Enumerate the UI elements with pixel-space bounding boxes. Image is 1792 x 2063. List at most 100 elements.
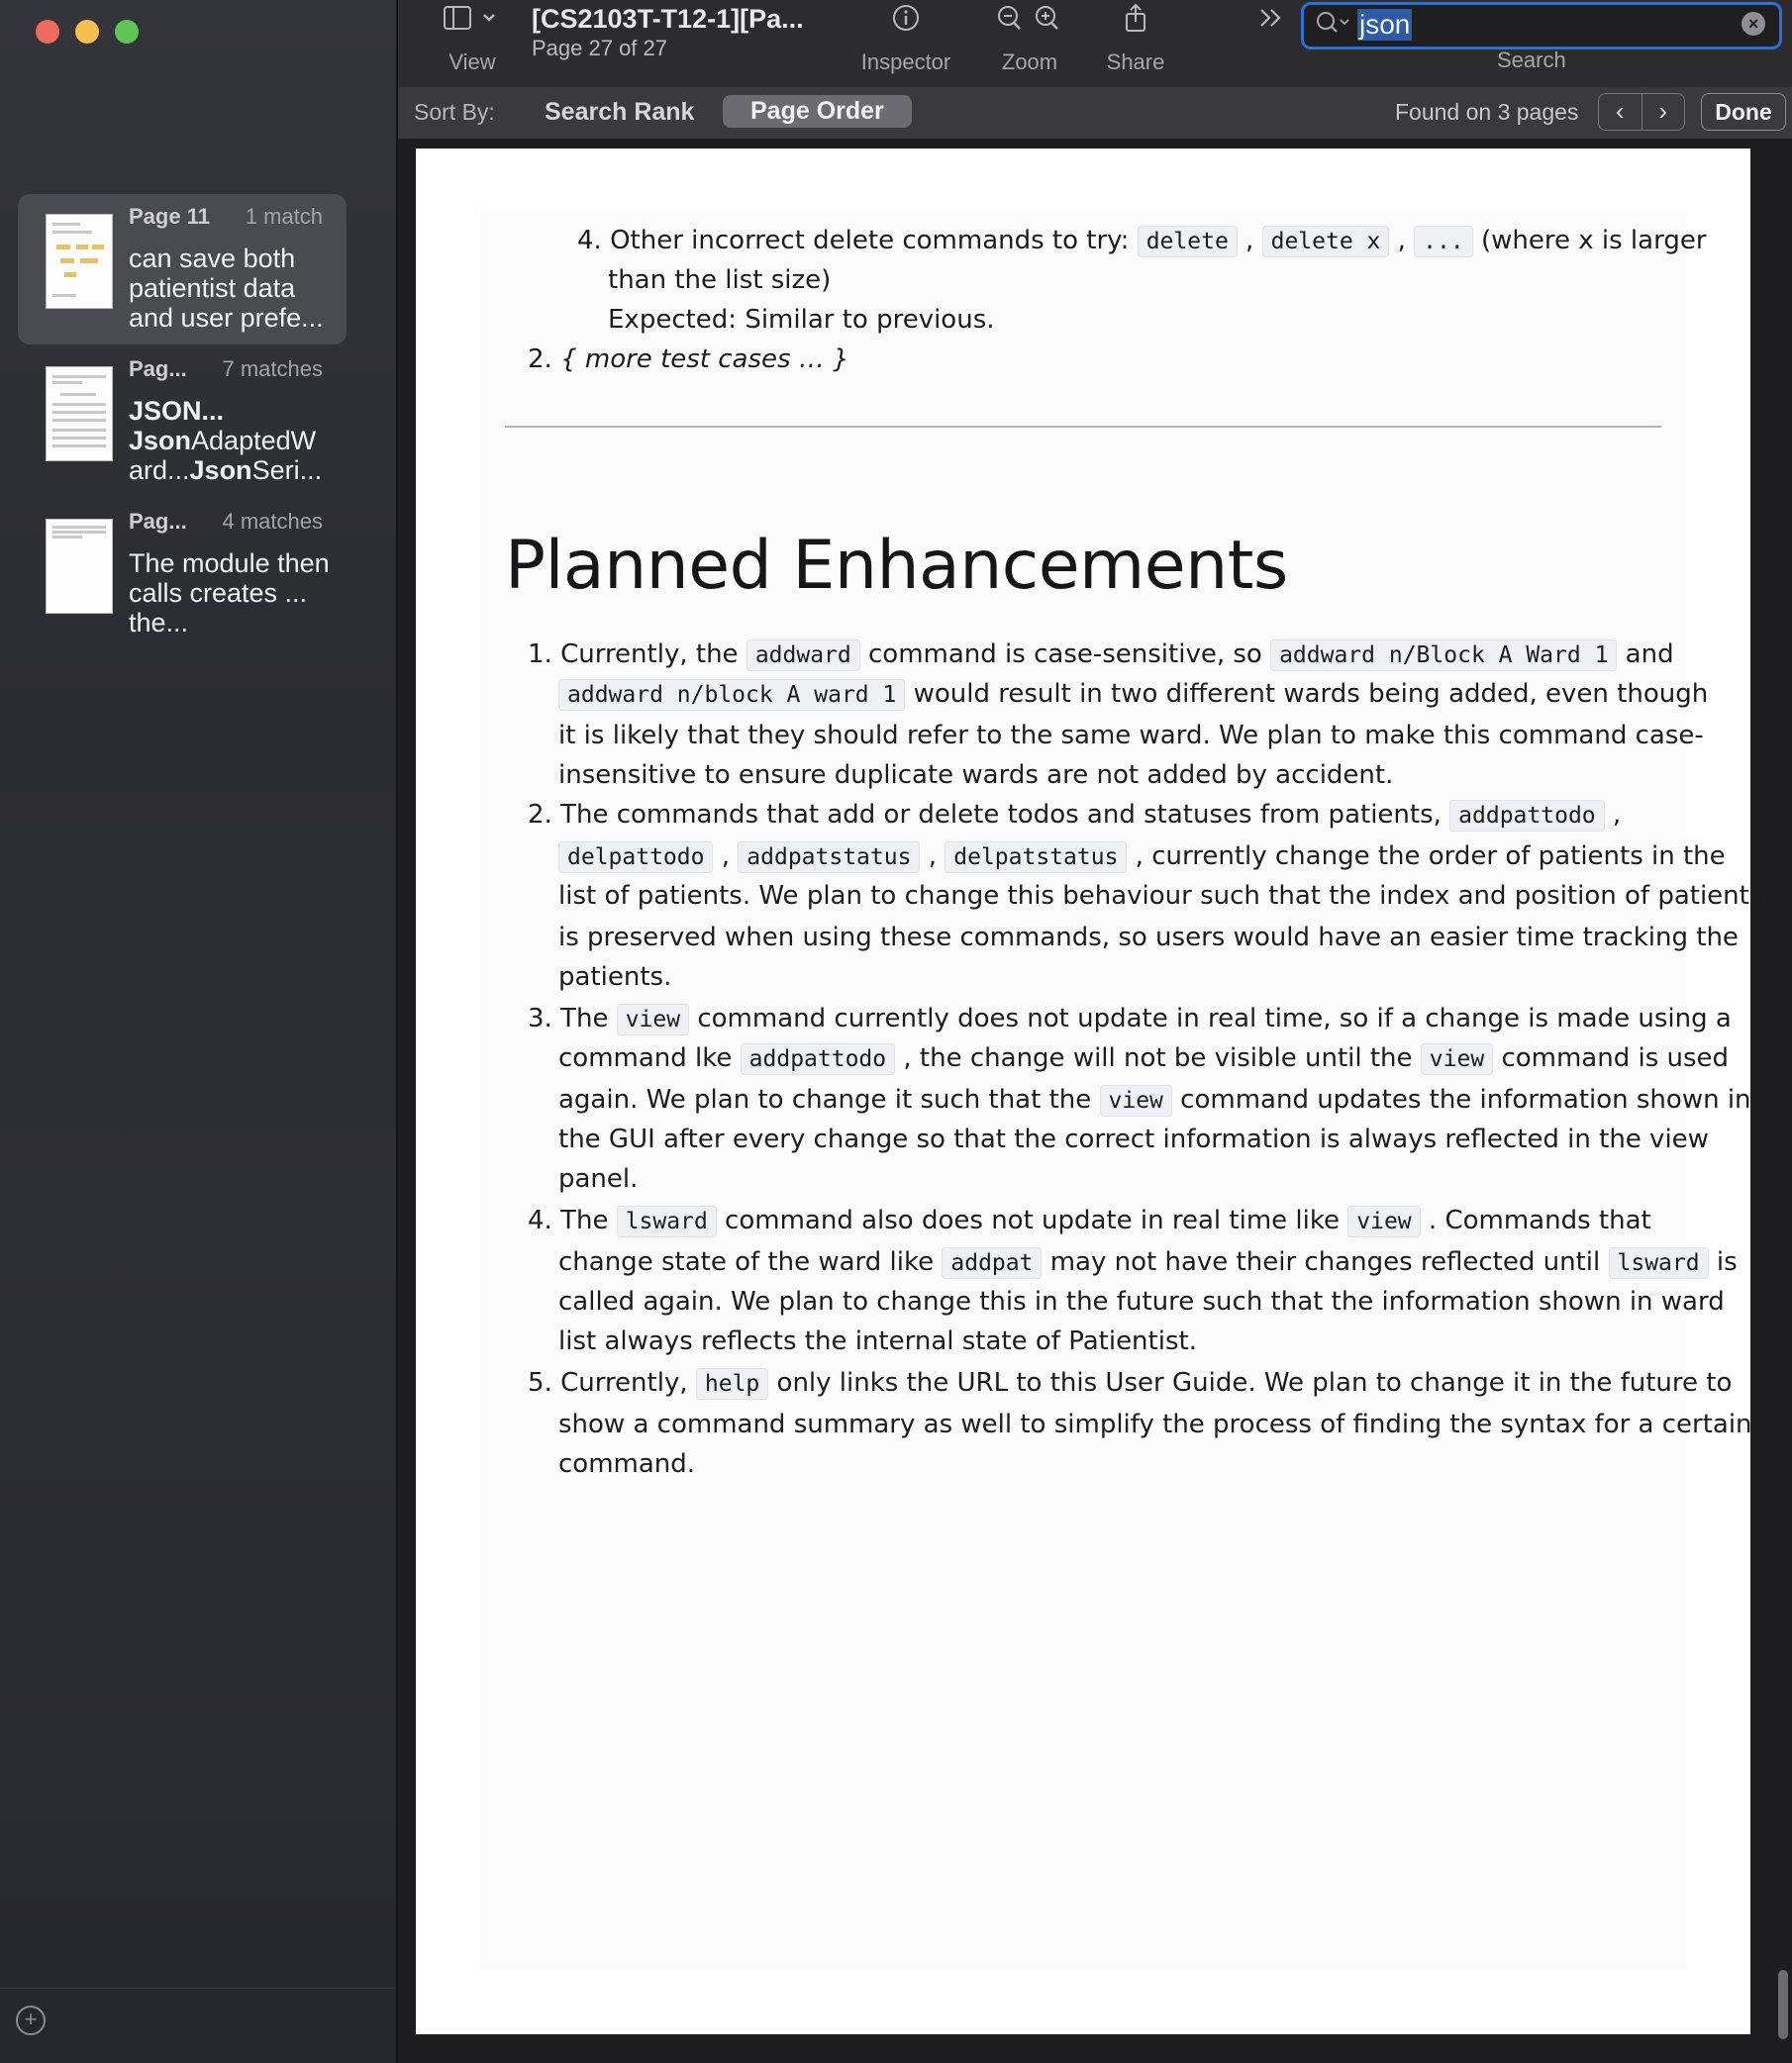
pdf-page: 4. Other incorrect delete commands to tr… [416, 148, 1762, 2034]
list-item-text: list of patients. We plan to change this… [558, 881, 1763, 911]
inline-code: help [695, 1368, 769, 1400]
list-item-text: addward n/block A ward 1 would result in… [558, 679, 1708, 711]
page-indicator: Page 27 of 27 [532, 36, 668, 60]
search-input[interactable]: json × [1301, 2, 1782, 49]
found-count: Found on 3 pages [1395, 99, 1579, 125]
minimize-window-button[interactable] [75, 20, 99, 44]
list-item-text: again. We plan to change it such that th… [558, 1085, 1751, 1117]
inline-code: lsward [1608, 1247, 1709, 1279]
zoom-in-icon [1036, 6, 1058, 30]
page-thumbnail [46, 519, 113, 614]
result-snippet: can save both patientist data and user p… [129, 244, 324, 333]
result-snippet: The module then calls creates ... the... [129, 548, 330, 638]
snippet-text: Seri... [251, 455, 323, 485]
inspector-button[interactable]: Inspector [851, 2, 960, 75]
close-window-button[interactable] [36, 20, 59, 44]
list-item-text: called again. We plan to change this in … [558, 1287, 1725, 1317]
zoom-label: Zoom [1001, 49, 1058, 74]
inline-code: view [1420, 1043, 1494, 1075]
result-match-count: 7 matches [222, 356, 324, 381]
search-value: json [1357, 9, 1413, 41]
sidebar-toggle-icon [438, 2, 507, 42]
search-label: Search [1497, 48, 1566, 72]
divider [505, 426, 1661, 428]
list-item-text: command. [558, 1449, 696, 1479]
result-page: Page 11 [129, 204, 210, 229]
result-match-count: 4 matches [222, 509, 324, 534]
view-label: View [448, 49, 496, 74]
list-item-text: Expected: Similar to previous. [608, 305, 995, 335]
scrollbar[interactable] [1778, 1970, 1788, 2039]
list-item: 4. The lsward command also does not upda… [528, 1206, 1651, 1237]
page-thumbnail [46, 366, 113, 461]
list-item: 4. Other incorrect delete commands to tr… [577, 226, 1707, 257]
document-title: [CS2103T-T12-1][Pa... [532, 4, 804, 34]
search-results-bar: Sort By: Search Rank Page Order Found on… [398, 87, 1792, 140]
list-item-text: command lke addpattodo , the change will… [558, 1043, 1730, 1075]
result-snippet: JSON... JsonAdaptedW ard...JsonSeri... [129, 396, 333, 485]
inline-code: view [1099, 1085, 1172, 1117]
sort-page-order-button[interactable]: Page Order [723, 95, 912, 128]
toolbar: View [CS2103T-T12-1][Pa... Page 27 of 27… [398, 0, 1792, 87]
inline-code: addpattodo [740, 1043, 896, 1075]
inline-code: lsward [616, 1206, 717, 1237]
zoom-control[interactable]: Zoom [980, 2, 1079, 75]
result-page: Pag... [129, 356, 187, 381]
list-item: 2. { more test cases … } [528, 344, 849, 374]
sort-search-rank-button[interactable]: Search Rank [535, 96, 704, 129]
window-controls [36, 20, 139, 44]
section-heading: Planned Enhancements [505, 527, 1288, 605]
list-item: 5. Currently, help only links the URL to… [528, 1368, 1733, 1400]
inline-code: addpatstatus [738, 841, 921, 873]
view-button[interactable]: View [438, 2, 507, 75]
zoom-window-button[interactable] [115, 20, 139, 44]
search-icon [1314, 7, 1353, 46]
zoom-out-icon [998, 6, 1021, 30]
snippet-text: AdaptedW [191, 426, 317, 455]
info-icon [851, 2, 960, 42]
list-item-text: is preserved when using these commands, … [558, 923, 1739, 952]
list-item-text: panel. [558, 1164, 639, 1194]
search-result-item[interactable]: Pag... 7 matches JSON... JsonAdaptedW ar… [18, 346, 347, 497]
inline-code: delete [1137, 226, 1238, 257]
inspector-label: Inspector [860, 49, 951, 74]
search-result-item[interactable]: Pag... 4 matches The module then calls c… [18, 499, 347, 649]
list-item: 3. The view command currently does not u… [528, 1004, 1732, 1035]
inline-code: delpatstatus [945, 841, 1128, 873]
inline-code: addward [746, 639, 860, 671]
list-item-text: delpattodo , addpatstatus , delpatstatus… [558, 841, 1726, 873]
inline-code: ... [1414, 226, 1473, 257]
sort-by-label: Sort By: [414, 99, 495, 125]
previous-result-icon[interactable]: ‹ [1599, 94, 1643, 130]
inline-code: delete x [1261, 226, 1390, 257]
search-result-item[interactable]: Page 11 1 match can save both patientist… [18, 194, 347, 344]
add-icon[interactable]: + [16, 2006, 46, 2035]
next-result-icon[interactable]: › [1643, 94, 1685, 130]
list-item-text: change state of the ward like addpat may… [558, 1247, 1738, 1279]
inline-code: addpat [942, 1247, 1043, 1279]
list-item-text: insensitive to ensure duplicate wards ar… [558, 760, 1394, 790]
page-thumbnail [46, 214, 113, 309]
list-item-text: it is likely that they should refer to t… [558, 721, 1704, 750]
snippet-match: Json [129, 426, 192, 455]
snippet-text: ard... [129, 455, 190, 485]
clear-search-icon[interactable]: × [1742, 12, 1765, 36]
share-label: Share [1106, 49, 1165, 74]
inline-code: delpattodo [558, 841, 714, 873]
chevron-double-right-icon [1251, 2, 1291, 42]
more-toolbar-button[interactable] [1251, 2, 1291, 42]
inline-code: view [616, 1004, 690, 1035]
result-nav: ‹ › [1598, 93, 1685, 131]
inline-code: addpattodo [1449, 800, 1605, 832]
done-button[interactable]: Done [1701, 93, 1786, 131]
result-page: Pag... [129, 509, 187, 534]
share-button[interactable]: Share [1091, 2, 1180, 75]
list-item: 1. Currently, the addward command is cas… [528, 639, 1674, 671]
page-content: 4. Other incorrect delete commands to tr… [481, 210, 1762, 1970]
snippet-match: JSON... [129, 396, 225, 426]
list-item-text: patients. [558, 962, 672, 992]
inline-code: view [1347, 1206, 1421, 1237]
inline-code: addward n/Block A Ward 1 [1270, 639, 1618, 671]
list-item-text: show a command summary as well to simpli… [558, 1410, 1752, 1439]
share-icon [1091, 2, 1180, 42]
